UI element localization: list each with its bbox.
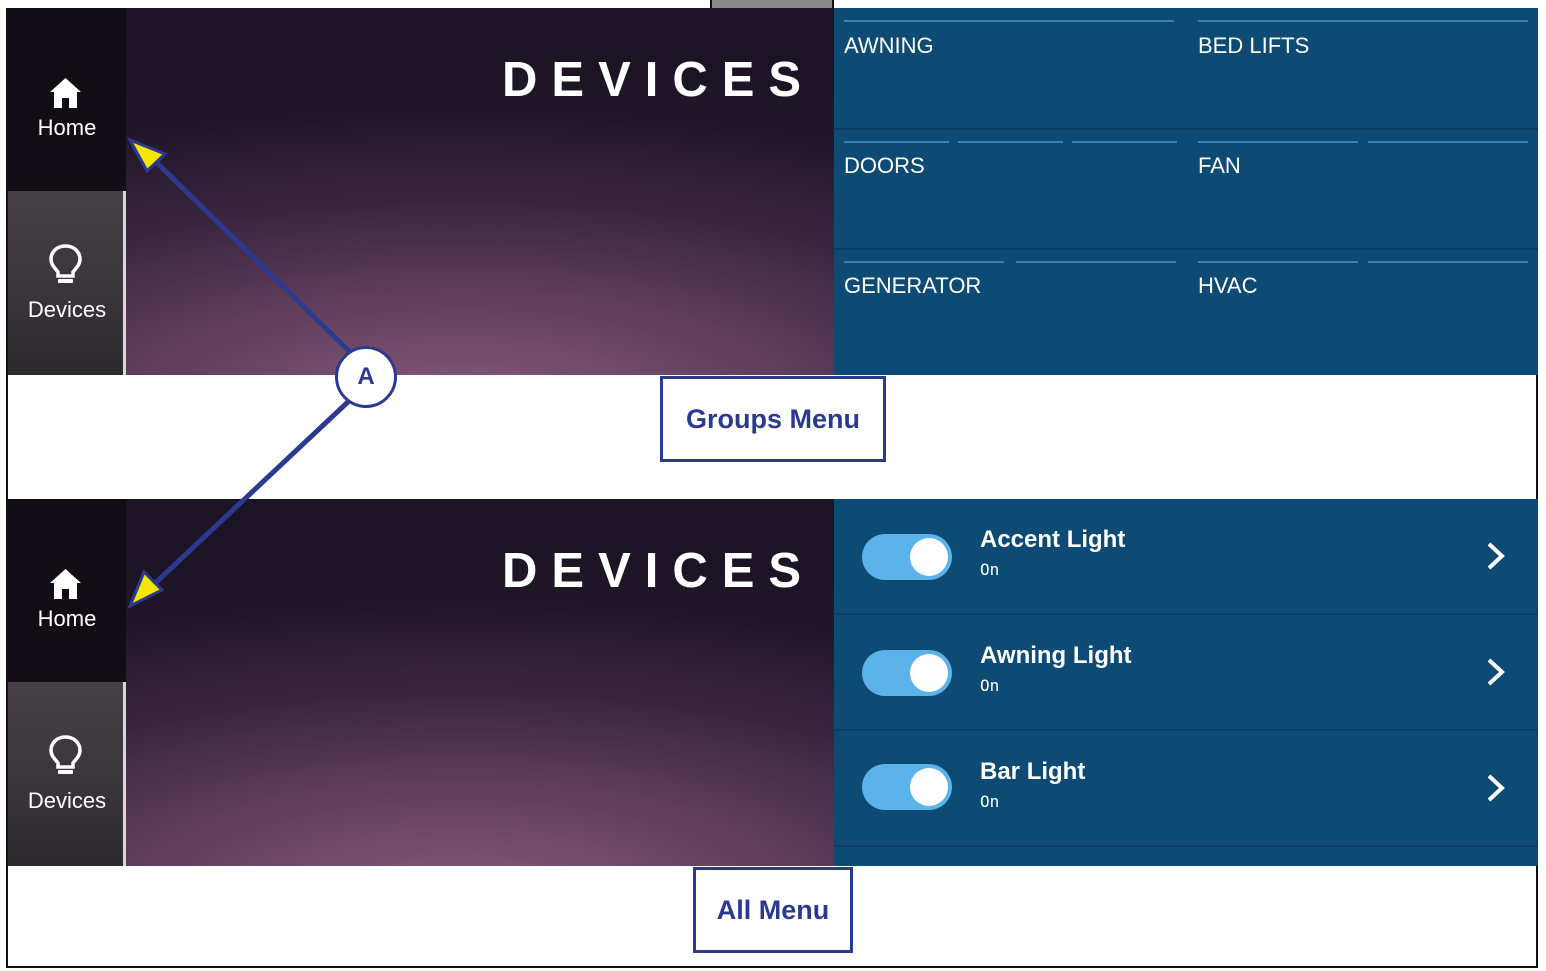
- annotation-arrows: [126, 137, 352, 610]
- arrow-to-bottom-home: [148, 398, 352, 590]
- callout-a: A: [335, 346, 397, 408]
- arrow-to-top-home: [150, 156, 352, 354]
- arrow-head-yellow: [127, 569, 165, 610]
